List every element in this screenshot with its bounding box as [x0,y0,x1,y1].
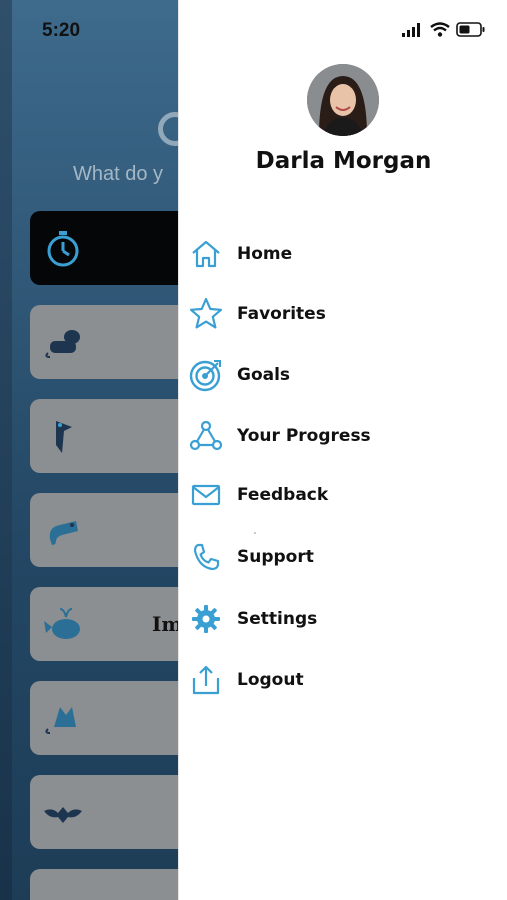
category-card-timer [30,211,178,285]
menu-item-goals[interactable]: Goals [189,353,489,397]
phone-icon [189,540,223,574]
animal-bat-icon [44,807,82,823]
progress-icon [189,419,223,453]
menu-label-logout: Logout [237,670,304,690]
user-avatar[interactable] [307,64,379,136]
menu-label-settings: Settings [237,609,318,629]
home-icon [189,237,223,271]
logout-icon [189,663,223,697]
wifi-icon [430,22,450,37]
animal-whale-icon [44,608,80,639]
menu-item-home[interactable]: Home [189,232,489,276]
menu-item-support[interactable]: Support [189,535,489,579]
animal-bird-icon [56,421,72,453]
side-drawer: Darla Morgan Home Favorites Goals Your P… [178,0,507,900]
battery-icon [456,22,485,37]
menu-item-your-progress[interactable]: Your Progress [189,414,489,458]
category-card-animal-2 [30,399,178,473]
menu-label-goals: Goals [237,365,291,385]
animal-lion-icon [45,330,80,358]
menu-label-your-progress: Your Progress [237,426,371,446]
animal-fox-icon [45,707,76,734]
category-card-animal-3 [30,493,178,567]
gear-icon [189,602,223,636]
menu-item-settings[interactable]: Settings [189,597,489,641]
stopwatch-icon [47,231,79,267]
stray-dot [254,532,256,534]
category-card-animal-6 [30,775,178,849]
category-card-animal-5 [30,681,178,755]
category-card-animal-1 [30,305,178,379]
status-icons [402,22,486,37]
user-photo [307,64,379,136]
background-app-overlay[interactable]: 5:20 What do y Im [0,0,178,900]
target-icon [189,358,223,392]
status-time: 5:20 [42,20,81,41]
background-partial-title: Im [152,612,178,636]
menu-item-logout[interactable]: Logout [189,658,489,702]
user-name: Darla Morgan [255,148,432,174]
background-prompt-text: What do y [73,163,164,185]
cellular-signal-icon [402,22,420,37]
mail-icon [189,478,223,512]
animal-chameleon-icon [49,521,78,545]
menu-label-support: Support [237,547,314,567]
menu-item-feedback[interactable]: Feedback [189,473,489,517]
menu-item-favorites[interactable]: Favorites [189,292,489,336]
menu-label-feedback: Feedback [237,485,329,505]
category-card-animal-7 [30,869,178,900]
menu-label-home: Home [237,244,293,264]
star-icon [189,297,223,331]
menu-label-favorites: Favorites [237,304,326,324]
